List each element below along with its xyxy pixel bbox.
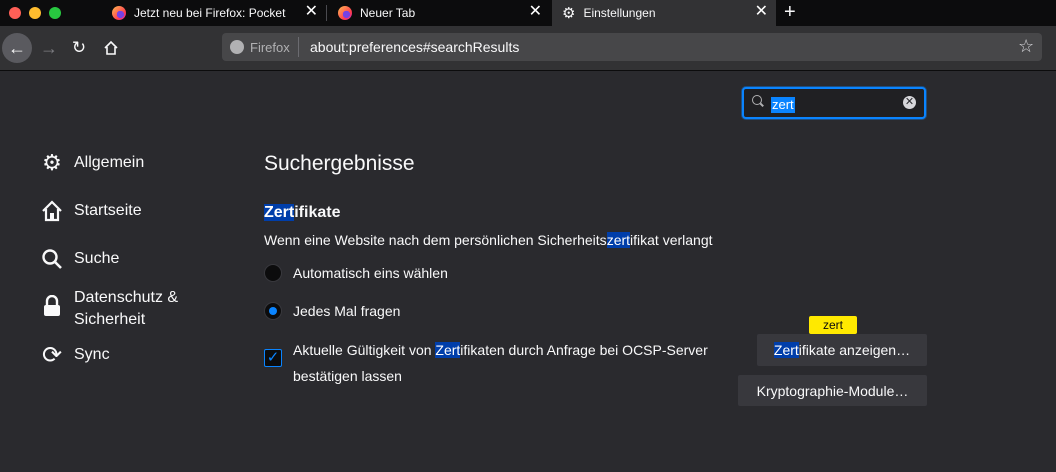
page-title: Suchergebnisse [264, 152, 415, 175]
security-devices-button[interactable]: Kryptographie-Module… [738, 375, 927, 406]
clear-search-icon[interactable]: ✕ [903, 96, 916, 109]
window-close-button[interactable] [9, 7, 21, 19]
radio-button-selected[interactable] [264, 302, 282, 320]
sidebar-item-label-line2: Sicherheit [74, 311, 146, 328]
sidebar-item-startseite[interactable]: Startseite [40, 199, 142, 223]
bookmark-star-icon[interactable]: ☆ [1018, 36, 1034, 57]
button-label-rest: ifikate anzeigen… [798, 342, 911, 358]
reload-button[interactable]: ↻ [64, 33, 94, 63]
sidebar-item-label: Datenschutz & Sicherheit [74, 287, 178, 331]
checkmark-icon: ✓ [266, 349, 280, 366]
radio-label: Automatisch eins wählen [293, 265, 448, 281]
sidebar-item-suche[interactable]: Suche [40, 247, 119, 271]
search-highlight: Zert [264, 204, 295, 221]
desc-after: ifikat verlangt [630, 232, 713, 248]
back-button[interactable]: ← [2, 33, 32, 63]
tab-settings[interactable]: ⚙ Einstellungen ✕ [552, 0, 776, 26]
window-minimize-button[interactable] [29, 7, 41, 19]
tab-pocket[interactable]: Jetzt neu bei Firefox: Pocket ✕ [102, 0, 326, 26]
sync-icon: ⟳ [41, 341, 63, 369]
firefox-icon [112, 6, 126, 20]
sidebar-item-label-line1: Datenschutz & [74, 289, 179, 306]
view-certificates-button[interactable]: Zert ifikate anzeigen… [757, 334, 927, 366]
preferences-search-box[interactable]: zert ✕ [742, 87, 926, 119]
radio-label: Jedes Mal fragen [293, 303, 401, 319]
radio-automatic[interactable]: Automatisch eins wählen [264, 264, 448, 282]
radio-ask-every-time[interactable]: Jedes Mal fragen [264, 302, 400, 320]
tab-separator [326, 5, 327, 21]
sidebar-item-datenschutz[interactable]: Datenschutz & Sicherheit [40, 287, 178, 331]
search-highlight: Zert [773, 342, 799, 358]
sidebar-item-label: Suche [74, 250, 120, 267]
tab-new-tab[interactable]: Neuer Tab ✕ [328, 0, 550, 26]
section-title: Zertifikate [264, 204, 340, 222]
reload-icon: ↻ [71, 38, 87, 57]
back-arrow-icon: ← [8, 37, 26, 58]
tab-close-icon[interactable]: ✕ [529, 4, 542, 20]
tab-title: Neuer Tab [360, 6, 416, 20]
sidebar-item-label: Allgemein [74, 154, 145, 171]
search-input[interactable]: zert [771, 97, 795, 113]
sidebar-item-allgemein[interactable]: ⚙ Allgemein [40, 150, 145, 175]
radio-button[interactable] [264, 264, 282, 282]
new-tab-button[interactable]: + [784, 1, 796, 24]
forward-button[interactable]: → [34, 33, 64, 63]
search-icon [752, 95, 762, 105]
firefox-icon [230, 40, 244, 54]
gear-icon: ⚙ [42, 150, 62, 175]
firefox-icon [338, 6, 352, 20]
tab-title: Einstellungen [583, 6, 656, 20]
home-icon [40, 199, 64, 223]
desc-before: Wenn eine Website nach dem persönlichen … [264, 232, 607, 248]
tab-title: Jetzt neu bei Firefox: Pocket [134, 6, 286, 20]
ocsp-checkbox[interactable]: ✓ [264, 349, 282, 367]
section-title-rest: ifikate [294, 204, 341, 221]
search-icon [40, 247, 64, 271]
home-button[interactable] [96, 33, 126, 63]
url-text[interactable]: about:preferences#searchResults [310, 39, 519, 55]
lock-icon [40, 294, 64, 318]
search-highlight: Zert [435, 342, 461, 358]
identity-label: Firefox [250, 39, 290, 55]
tab-close-icon[interactable]: ✕ [755, 4, 768, 20]
search-match-tooltip: zert [809, 316, 857, 338]
sidebar-item-label: Startseite [74, 202, 142, 219]
sidebar-item-label: Sync [74, 346, 110, 363]
check-before: Aktuelle Gültigkeit von [293, 342, 436, 358]
window-zoom-button[interactable] [49, 7, 61, 19]
section-description: Wenn eine Website nach dem persönlichen … [264, 232, 713, 248]
sidebar-item-sync[interactable]: ⟳ Sync [40, 341, 110, 369]
ocsp-checkbox-label[interactable]: Aktuelle Gültigkeit von Zertifikaten dur… [293, 337, 733, 389]
identity-box[interactable]: Firefox [230, 37, 299, 57]
home-icon [104, 40, 118, 55]
search-highlight: zert [606, 232, 631, 248]
gear-icon: ⚙ [562, 5, 576, 22]
forward-arrow-icon: → [40, 37, 58, 58]
tab-close-icon[interactable]: ✕ [305, 4, 318, 20]
